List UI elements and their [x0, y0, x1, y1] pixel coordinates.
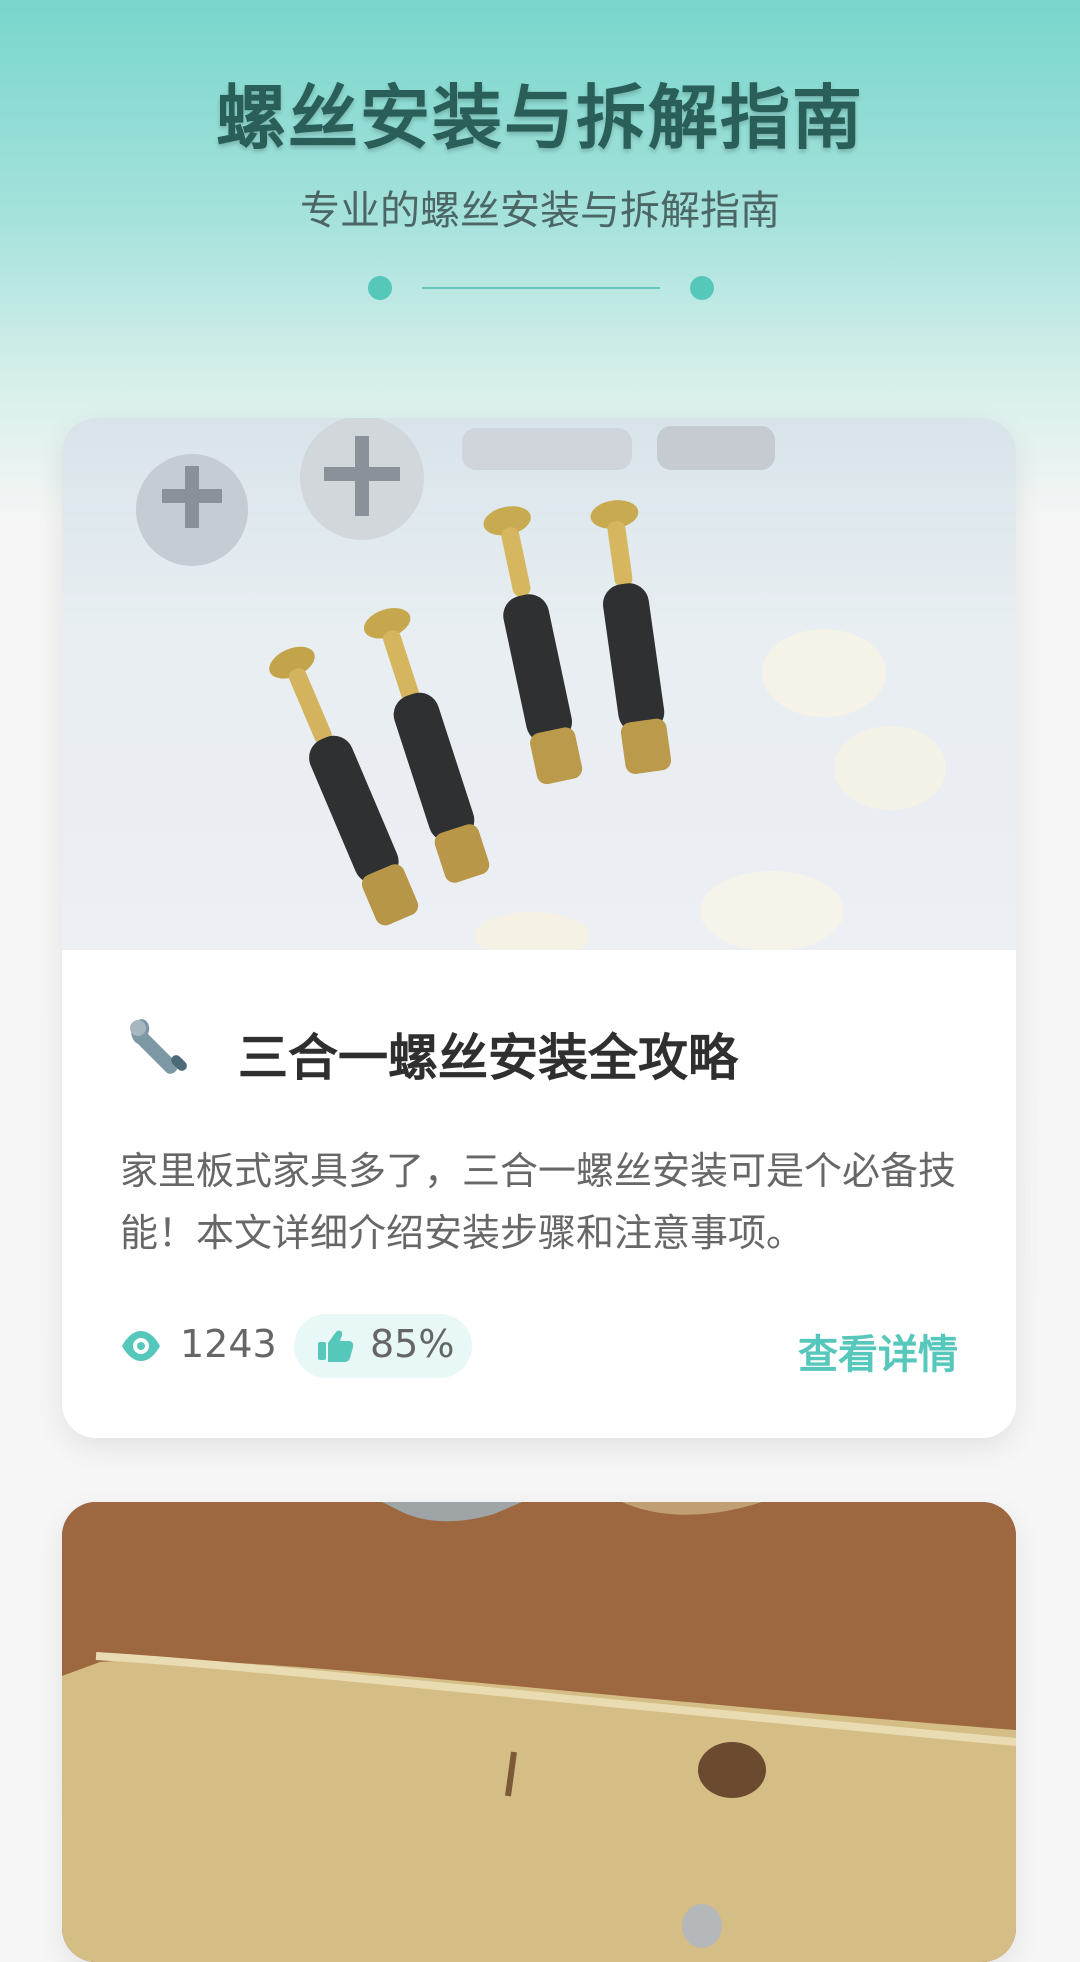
divider-dot-left [368, 276, 392, 300]
eye-icon [122, 1331, 160, 1361]
views-count: 1243 [180, 1322, 277, 1366]
card-description: 家里板式家具多了，三合一螺丝安装可是个必备技能！本文详细介绍安装步骤和注意事项。 [120, 1149, 957, 1255]
divider-line [422, 287, 660, 289]
card-stats: 1243 85% 查看详情 [120, 1314, 958, 1378]
view-details-link[interactable]: 查看详情 [798, 1322, 958, 1380]
guide-card[interactable]: 三合一螺丝安装全攻略 家里板式家具多了，三合一螺丝安装可是个必备技能！本文详细介… [62, 418, 1016, 1438]
header-divider [368, 276, 714, 300]
screws-illustration [136, 418, 946, 960]
card-image-screws [62, 418, 1016, 960]
card-title-row: 三合一螺丝安装全攻略 [120, 1008, 958, 1088]
wood-panel-illustration [62, 1502, 1016, 1962]
wrench-icon [130, 1019, 187, 1074]
likes-percentage: 85% [370, 1322, 455, 1366]
guide-card[interactable] [62, 1502, 1016, 1962]
page-subtitle: 专业的螺丝安装与拆解指南 [300, 188, 780, 234]
card-title: 三合一螺丝安装全攻略 [238, 1029, 738, 1087]
page-title: 螺丝安装与拆解指南 [216, 77, 864, 159]
card-image-wood [62, 1502, 1016, 1962]
likes-pill[interactable]: 85% [294, 1314, 472, 1378]
divider-dot-right [690, 276, 714, 300]
thumbs-up-icon [318, 1330, 354, 1362]
